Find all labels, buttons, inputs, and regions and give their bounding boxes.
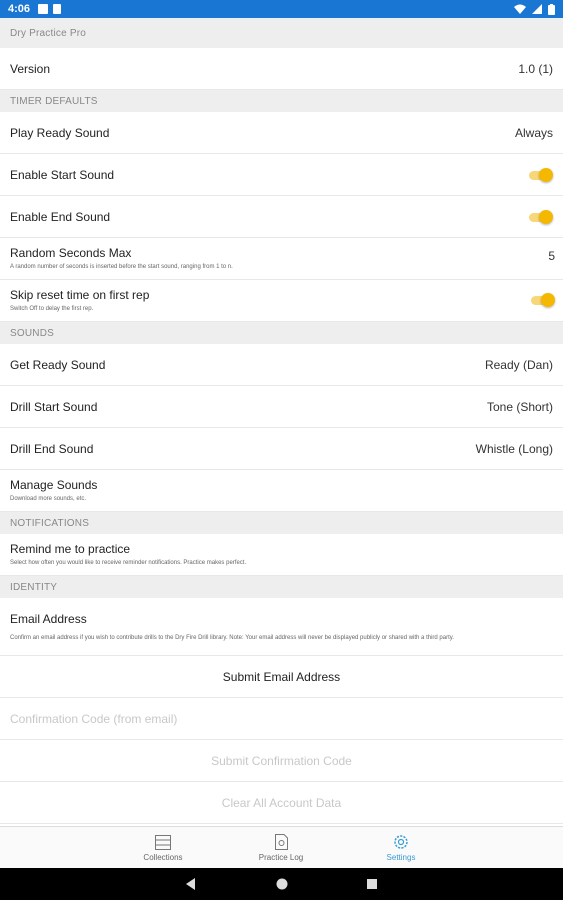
section-timer-defaults: TIMER DEFAULTS <box>0 90 563 112</box>
recents-icon[interactable] <box>366 878 378 890</box>
section-identity: IDENTITY <box>0 576 563 598</box>
drill-start-sound-row[interactable]: Drill Start Sound Tone (Short) <box>0 386 563 428</box>
app-title: Dry Practice Pro <box>0 18 563 48</box>
clear-account-data-button[interactable]: Clear All Account Data <box>0 782 563 824</box>
enable-start-sound-toggle[interactable] <box>527 167 553 182</box>
get-ready-sound-value: Ready (Dan) <box>484 357 553 372</box>
enable-start-sound-label: Enable Start Sound <box>10 167 115 182</box>
practice-log-icon <box>274 834 288 850</box>
play-ready-sound-value: Always <box>514 125 553 140</box>
manage-sounds-description: Download more sounds, etc. <box>10 496 87 502</box>
wifi-icon <box>514 4 526 14</box>
email-address-label: Email Address <box>10 611 87 626</box>
system-nav-bar <box>0 868 563 900</box>
tab-bar: Collections Practice Log Settings <box>0 826 563 868</box>
tab-collections[interactable]: Collections <box>132 827 194 869</box>
enable-start-sound-row: Enable Start Sound <box>0 154 563 196</box>
drill-start-sound-label: Drill Start Sound <box>10 399 98 414</box>
section-notifications: NOTIFICATIONS <box>0 512 563 534</box>
sd-card-icon <box>53 4 62 14</box>
play-ready-sound-row[interactable]: Play Ready Sound Always <box>0 112 563 154</box>
drill-start-sound-value: Tone (Short) <box>486 399 553 414</box>
drill-end-sound-value: Whistle (Long) <box>475 441 553 456</box>
notification-icon <box>38 4 49 14</box>
confirmation-code-row <box>0 698 563 740</box>
random-seconds-max-row[interactable]: Random Seconds Max A random number of se… <box>0 238 563 280</box>
enable-end-sound-row: Enable End Sound <box>0 196 563 238</box>
status-bar: 4:06 <box>0 0 563 18</box>
home-icon[interactable] <box>276 878 288 890</box>
drill-end-sound-label: Drill End Sound <box>10 441 94 456</box>
email-address-row[interactable]: Email Address Confirm an email address i… <box>0 598 563 656</box>
email-address-description: Confirm an email address if you wish to … <box>10 634 454 641</box>
submit-confirmation-button[interactable]: Submit Confirmation Code <box>0 740 563 782</box>
confirmation-code-input[interactable] <box>10 711 553 726</box>
get-ready-sound-row[interactable]: Get Ready Sound Ready (Dan) <box>0 344 563 386</box>
settings-icon <box>394 835 408 849</box>
remind-row[interactable]: Remind me to practice Select how often y… <box>0 534 563 576</box>
enable-end-sound-toggle[interactable] <box>527 209 553 224</box>
collections-icon <box>155 834 171 850</box>
manage-sounds-row[interactable]: Manage Sounds Download more sounds, etc. <box>0 470 563 512</box>
skip-reset-label: Skip reset time on first rep <box>10 288 150 302</box>
skip-reset-toggle[interactable] <box>529 293 555 307</box>
get-ready-sound-label: Get Ready Sound <box>10 357 106 372</box>
random-seconds-max-label: Random Seconds Max <box>10 246 132 260</box>
battery-icon <box>548 3 555 15</box>
section-sounds: SOUNDS <box>0 322 563 344</box>
version-value: 1.0 (1) <box>518 61 553 76</box>
remind-label: Remind me to practice <box>10 542 131 556</box>
play-ready-sound-label: Play Ready Sound <box>10 125 110 140</box>
status-time: 4:06 <box>8 3 31 15</box>
remind-description: Select how often you would like to recei… <box>10 560 247 566</box>
signal-icon <box>532 4 542 14</box>
tab-practice-log[interactable]: Practice Log <box>250 827 312 869</box>
skip-reset-row: Skip reset time on first rep Switch Off … <box>0 280 563 322</box>
random-seconds-max-description: A random number of seconds is inserted b… <box>10 264 233 270</box>
tab-collections-label: Collections <box>143 852 183 862</box>
tab-settings[interactable]: Settings <box>370 827 432 869</box>
settings-list[interactable]: Dry Practice Pro Version 1.0 (1) TIMER D… <box>0 18 563 826</box>
back-icon[interactable] <box>185 878 197 890</box>
submit-email-button[interactable]: Submit Email Address <box>0 656 563 698</box>
tab-settings-label: Settings <box>386 853 416 862</box>
version-label: Version <box>10 61 51 76</box>
enable-end-sound-label: Enable End Sound <box>10 209 111 224</box>
version-row: Version 1.0 (1) <box>0 48 563 90</box>
random-seconds-max-value: 5 <box>548 249 555 263</box>
tab-practice-log-label: Practice Log <box>258 853 304 862</box>
manage-sounds-label: Manage Sounds <box>10 478 98 492</box>
skip-reset-description: Switch Off to delay the first rep. <box>10 306 94 312</box>
drill-end-sound-row[interactable]: Drill End Sound Whistle (Long) <box>0 428 563 470</box>
